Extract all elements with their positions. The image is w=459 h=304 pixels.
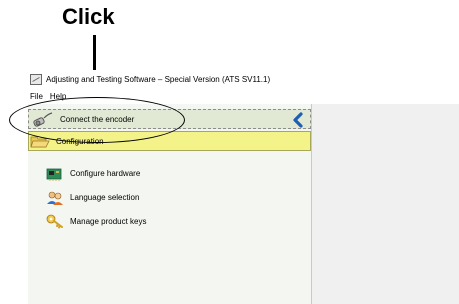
tree-item-label: Manage product keys: [70, 216, 147, 226]
app-icon: [30, 73, 42, 85]
tree-item-configure-hardware[interactable]: Configure hardware: [46, 164, 140, 182]
hardware-board-icon: [46, 168, 62, 181]
window-title: Adjusting and Testing Software – Special…: [46, 74, 271, 84]
tree-item-manage-product-keys[interactable]: Manage product keys: [46, 212, 147, 230]
tree-item-language-selection[interactable]: Language selection: [46, 188, 139, 206]
click-annotation-label: Click: [62, 4, 115, 29]
tree-item-label: Configure hardware: [70, 168, 141, 178]
content-pane: [312, 104, 459, 304]
users-icon: [47, 191, 63, 205]
collapse-chevron-icon[interactable]: [290, 112, 306, 128]
key-icon: [46, 214, 63, 228]
click-highlight-ellipse: [9, 97, 185, 143]
tree-item-label: Language selection: [70, 192, 140, 202]
title-bar: Adjusting and Testing Software – Special…: [28, 70, 459, 88]
